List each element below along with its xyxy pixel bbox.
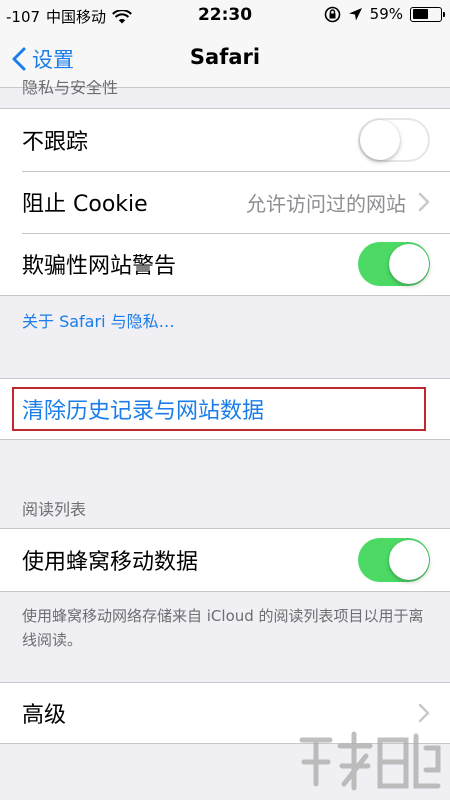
cellular-data-toggle[interactable]	[358, 538, 430, 582]
do-not-track-label: 不跟踪	[22, 130, 89, 155]
chevron-right-icon	[418, 192, 430, 212]
advanced-label: 高级	[22, 703, 67, 728]
do-not-track-cell: 不跟踪	[0, 109, 450, 171]
fraud-warning-cell: 欺骗性网站警告	[0, 233, 450, 295]
battery-icon	[410, 6, 445, 22]
about-privacy-row: 关于 Safari 与隐私…	[0, 296, 450, 344]
section-header-reading-list: 阅读列表	[22, 500, 87, 519]
status-right: 59%	[324, 5, 445, 23]
privacy-group: 不跟踪 阻止 Cookie 允许访问过的网站 欺骗性网站警告	[0, 108, 450, 296]
clear-history-group: 清除历史记录与网站数据	[0, 378, 450, 440]
cellular-data-label: 使用蜂窝移动数据	[22, 550, 199, 575]
settings-list[interactable]: 隐私与安全性 不跟踪 阻止 Cookie 允许访问过的网站 欺骗性网站警告 关于…	[0, 80, 450, 744]
block-cookies-value: 允许访问过的网站	[246, 191, 406, 216]
fraud-warning-toggle[interactable]	[358, 242, 430, 286]
highlight-frame	[12, 387, 426, 431]
reading-list-footer: 使用蜂窝移动网络存储来自 iCloud 的阅读列表项目以用于离线阅读。	[22, 607, 424, 649]
fraud-warning-label: 欺骗性网站警告	[22, 254, 177, 279]
status-bar: -107 中国移动 22:30 59%	[0, 0, 450, 32]
battery-percent: 59%	[369, 5, 403, 23]
block-cookies-label: 阻止 Cookie	[22, 192, 148, 217]
do-not-track-toggle[interactable]	[358, 118, 430, 162]
about-privacy-link[interactable]: 关于 Safari 与隐私…	[0, 308, 175, 332]
watermark-logo	[299, 731, 441, 791]
page-title: Safari	[189, 45, 261, 69]
cellular-data-cell: 使用蜂窝移动数据	[0, 529, 450, 591]
block-cookies-cell[interactable]: 阻止 Cookie 允许访问过的网站	[0, 171, 450, 233]
chevron-right-icon	[418, 703, 430, 723]
section-header-privacy: 隐私与安全性	[22, 80, 119, 97]
reading-list-group: 使用蜂窝移动数据	[0, 528, 450, 592]
location-arrow-icon	[348, 7, 362, 20]
rotation-lock-icon	[324, 6, 340, 22]
